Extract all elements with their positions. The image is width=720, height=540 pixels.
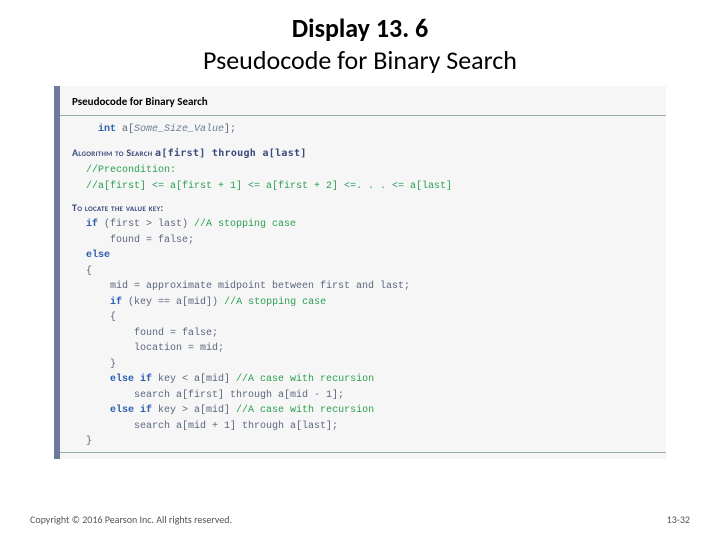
slide: Display 13. 6 Pseudocode for Binary Sear… bbox=[0, 0, 720, 540]
figure-caption: Pseudocode for Binary Search bbox=[60, 92, 666, 116]
l-cb2: } bbox=[86, 359, 116, 370]
l-else: else bbox=[86, 250, 110, 261]
l-cb: } bbox=[86, 436, 92, 447]
l-found1: found = false; bbox=[86, 235, 194, 246]
cm-stop2: //A stopping case bbox=[224, 297, 326, 308]
algo-header: Algorithm to Search a[first] through a[l… bbox=[72, 146, 307, 159]
l-mid: mid = approximate midpoint between first… bbox=[86, 281, 410, 292]
locate-header: To locate the value key: bbox=[72, 201, 164, 214]
l-s1: search a[first] through a[mid - 1]; bbox=[86, 390, 344, 401]
algo-header-section: Algorithm to Search a[first] through a[l… bbox=[60, 139, 666, 163]
l-found2: found = false; bbox=[86, 328, 218, 339]
locate-header-section: To locate the value key: bbox=[60, 194, 666, 217]
decl-section: int a[Some_Size_Value]; bbox=[60, 116, 666, 140]
precond-line2: //a[first] <= a[first + 1] <= a[first + … bbox=[86, 181, 452, 192]
l-ob: { bbox=[86, 266, 92, 277]
code-body: if (first > last) //A stopping case foun… bbox=[60, 217, 666, 450]
cm-rec1: //A case with recursion bbox=[236, 374, 374, 385]
l-ob2: { bbox=[86, 312, 116, 323]
figure-rule bbox=[60, 452, 666, 453]
pseudocode-figure: Pseudocode for Binary Search int a[Some_… bbox=[54, 86, 666, 459]
precond-block: //Precondition: //a[first] <= a[first + … bbox=[60, 163, 666, 194]
title-block: Display 13. 6 Pseudocode for Binary Sear… bbox=[30, 12, 690, 76]
copyright-footer: Copyright © 2016 Pearson Inc. All rights… bbox=[30, 513, 232, 526]
algo-header-text: Algorithm to Search bbox=[72, 146, 155, 159]
cm-stop1: //A stopping case bbox=[194, 219, 296, 230]
l-s2: search a[mid + 1] through a[last]; bbox=[86, 421, 338, 432]
precond-line1: //Precondition: bbox=[86, 165, 176, 176]
title-line2: Pseudocode for Binary Search bbox=[30, 44, 690, 76]
title-line1: Display 13. 6 bbox=[30, 12, 690, 44]
algo-header-code: a[first] through a[last] bbox=[155, 148, 307, 159]
page-number: 13-32 bbox=[667, 513, 690, 526]
cm-rec2: //A case with recursion bbox=[236, 405, 374, 416]
l-loc: location = mid; bbox=[86, 343, 224, 354]
code-decl: int a[Some_Size_Value]; bbox=[72, 122, 666, 138]
